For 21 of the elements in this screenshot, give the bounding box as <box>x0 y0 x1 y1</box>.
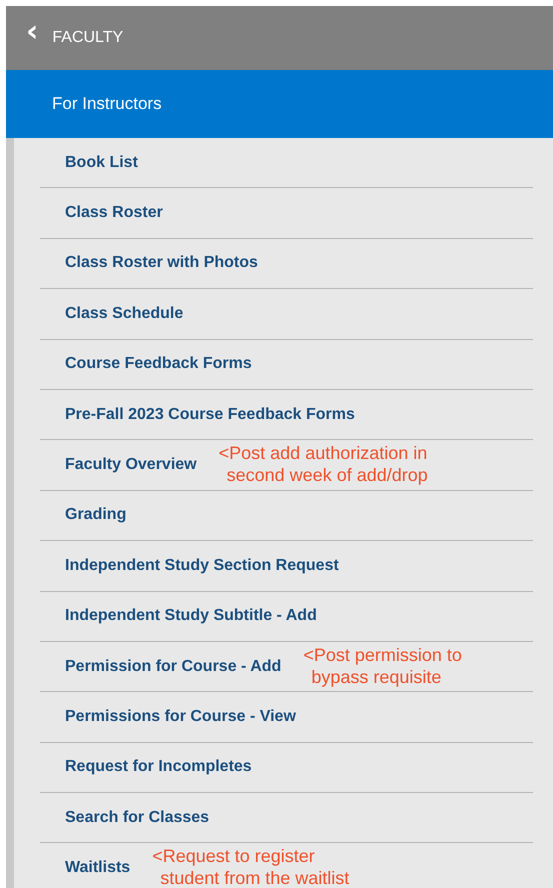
menu-link[interactable]: Request for Incompletes <box>65 758 252 776</box>
menu-link[interactable]: Permissions for Course - View <box>65 708 296 726</box>
header-title: FACULTY <box>52 29 124 47</box>
menu-link[interactable]: Class Roster with Photos <box>65 254 258 272</box>
annotation-note: <Post permission to bypass requisite <box>303 644 462 688</box>
menu-link[interactable]: Course Feedback Forms <box>65 355 252 374</box>
menu-link[interactable]: Independent Study Subtitle - Add <box>65 607 317 626</box>
menu-link[interactable]: Book List <box>65 154 138 172</box>
menu-link[interactable]: Independent Study Section Request <box>65 556 339 575</box>
menu-link[interactable]: Permission for Course - Add <box>65 658 282 676</box>
annotation-note: <Post add authorization in second week of add/drop <box>218 442 428 486</box>
section-title: For Instructors <box>52 94 162 114</box>
menu-link[interactable]: Class Roster <box>65 204 163 222</box>
menu-link[interactable]: Pre-Fall 2023 Course Feedback Forms <box>65 406 355 424</box>
menu-link[interactable]: Waitlists <box>65 859 130 878</box>
menu-link[interactable]: Class Schedule <box>65 304 184 323</box>
menu-link[interactable]: Search for Classes <box>65 808 210 827</box>
menu-link[interactable]: Faculty Overview <box>65 456 197 474</box>
back-button[interactable]: ‹ <box>26 17 38 47</box>
menu-link[interactable]: Grading <box>65 506 126 524</box>
annotation-note: <Request to register student from the waitlist <box>152 845 350 888</box>
